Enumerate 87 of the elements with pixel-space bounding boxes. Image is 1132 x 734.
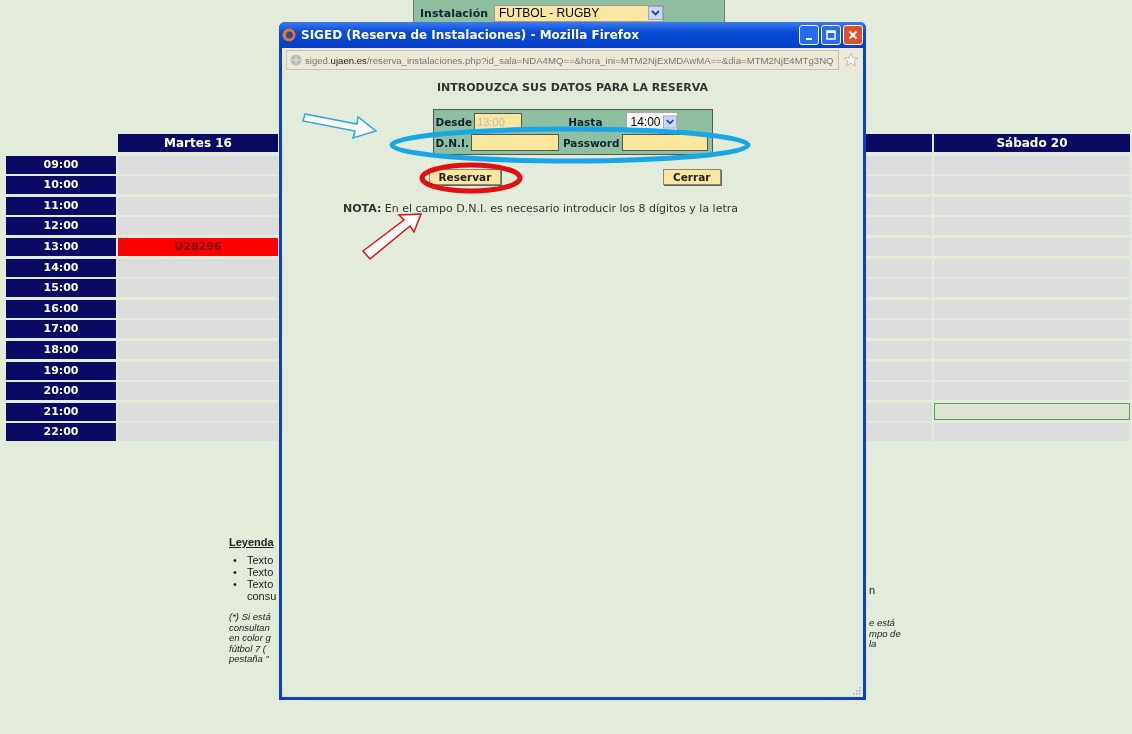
- note-text: NOTA: En el campo D.N.I. es necesario introducir los 8 dígitos y la letra: [343, 202, 739, 215]
- field-label: Desde: [435, 115, 473, 128]
- time-label: 22:00: [6, 423, 116, 442]
- time-label: 10:00: [6, 176, 116, 195]
- day-header: Sábado 20: [934, 134, 1130, 152]
- time-label: 13:00: [6, 237, 116, 256]
- slot-cell[interactable]: [864, 279, 932, 298]
- annotation-arrow: [361, 213, 423, 261]
- window-title: SIGED (Reserva de Instalaciones) - Mozilla Firefox: [301, 28, 641, 42]
- maximize-icon: [826, 30, 836, 40]
- legend-note: fútbol 7 (: [229, 643, 267, 654]
- legend-item: Texto: [247, 554, 274, 566]
- slot-cell[interactable]: [118, 279, 278, 298]
- slot-cell[interactable]: [118, 258, 278, 277]
- legend-item: Texto: [247, 578, 274, 590]
- slot-cell[interactable]: [118, 299, 278, 318]
- slot-cell[interactable]: [864, 299, 932, 318]
- day-header: [864, 134, 932, 152]
- installation-label: Instalación: [420, 6, 489, 20]
- maximize-button[interactable]: [821, 25, 841, 45]
- slot-cell[interactable]: [864, 155, 932, 174]
- bullet-marker: •: [233, 554, 238, 566]
- star-icon[interactable]: [843, 52, 859, 68]
- field-label: Hasta: [568, 115, 603, 128]
- legend-note: en color g: [229, 633, 272, 644]
- time-label: 19:00: [6, 361, 116, 380]
- slot-cell[interactable]: [118, 382, 278, 401]
- time-label: 11:00: [6, 196, 116, 215]
- legend-item: Texto: [247, 566, 274, 578]
- dni-field[interactable]: [470, 134, 559, 151]
- time-label: 20:00: [6, 382, 116, 401]
- legend-note: la: [869, 639, 877, 650]
- slot-cell[interactable]: [118, 340, 278, 359]
- form-heading: INTRODUZCA SUS DATOS PARA LA RESERVA: [437, 81, 708, 94]
- slot-cell[interactable]: [864, 340, 932, 359]
- resize-grip-icon[interactable]: [851, 685, 861, 695]
- password-field[interactable]: [621, 134, 708, 151]
- slot-cell[interactable]: [118, 361, 278, 380]
- bullet-marker: •: [233, 566, 238, 578]
- field-label: Password: [562, 136, 620, 149]
- slot-cell[interactable]: [118, 196, 278, 215]
- slot-cell[interactable]: [864, 237, 932, 256]
- slot-cell[interactable]: [864, 361, 932, 380]
- field-label: D.N.I.: [435, 136, 469, 149]
- installation-select[interactable]: FUTBOL - RUGBY: [494, 4, 665, 22]
- legend-note: mpo de: [869, 628, 901, 639]
- time-label: 17:00: [6, 320, 116, 339]
- time-label: 18:00: [6, 340, 116, 359]
- slot-cell[interactable]: [118, 402, 278, 421]
- slot-cell[interactable]: [864, 320, 932, 339]
- slot-cell[interactable]: [864, 258, 932, 277]
- time-label: 14:00: [6, 258, 116, 277]
- legend-note: e está: [869, 618, 896, 629]
- slot-cell[interactable]: [864, 423, 932, 442]
- legend-item: n: [869, 584, 877, 596]
- time-label: 21:00: [6, 402, 116, 421]
- legend-item: consu: [247, 590, 277, 602]
- close-icon: [848, 30, 858, 40]
- slot-cell[interactable]: [864, 176, 932, 195]
- legend-note: consultan: [229, 622, 271, 633]
- time-label: 09:00: [6, 155, 116, 174]
- bullet-marker: •: [233, 578, 238, 590]
- time-label: 12:00: [6, 217, 116, 236]
- address-bar[interactable]: siged.ujaen.es/reserva_instalaciones.php?id_sala=NDA4MQ==&hora_ini=MTM2NjExMDAwMA==&dia=MTM2NjE4MTg3NQ: [286, 50, 839, 70]
- legend-note: (*) Si está: [229, 612, 272, 623]
- slot-cell[interactable]: [864, 196, 932, 215]
- minimize-icon: [806, 38, 812, 40]
- time-label: 16:00: [6, 299, 116, 318]
- close-button[interactable]: [843, 25, 863, 45]
- slot-cell[interactable]: [118, 217, 278, 236]
- legend-note: pestaña ": [229, 654, 270, 665]
- slot-cell[interactable]: [118, 320, 278, 339]
- day-header: Martes 16: [118, 134, 278, 152]
- slot-cell[interactable]: [864, 402, 932, 421]
- slot-cell[interactable]: [864, 382, 932, 401]
- reserve-button[interactable]: Reservar: [428, 169, 502, 185]
- slot-cell[interactable]: [118, 155, 278, 174]
- minimize-button[interactable]: [799, 25, 819, 45]
- slot-cell[interactable]: [934, 402, 1130, 420]
- legend-title: Leyenda: [229, 536, 275, 548]
- slot-cell[interactable]: [864, 217, 932, 236]
- browser-logo-icon: [282, 28, 296, 42]
- time-label: 15:00: [6, 279, 116, 298]
- slot-cell[interactable]: [118, 423, 278, 442]
- slot-cell[interactable]: [118, 176, 278, 195]
- globe-icon: [290, 54, 302, 66]
- close-button[interactable]: Cerrar: [663, 169, 721, 185]
